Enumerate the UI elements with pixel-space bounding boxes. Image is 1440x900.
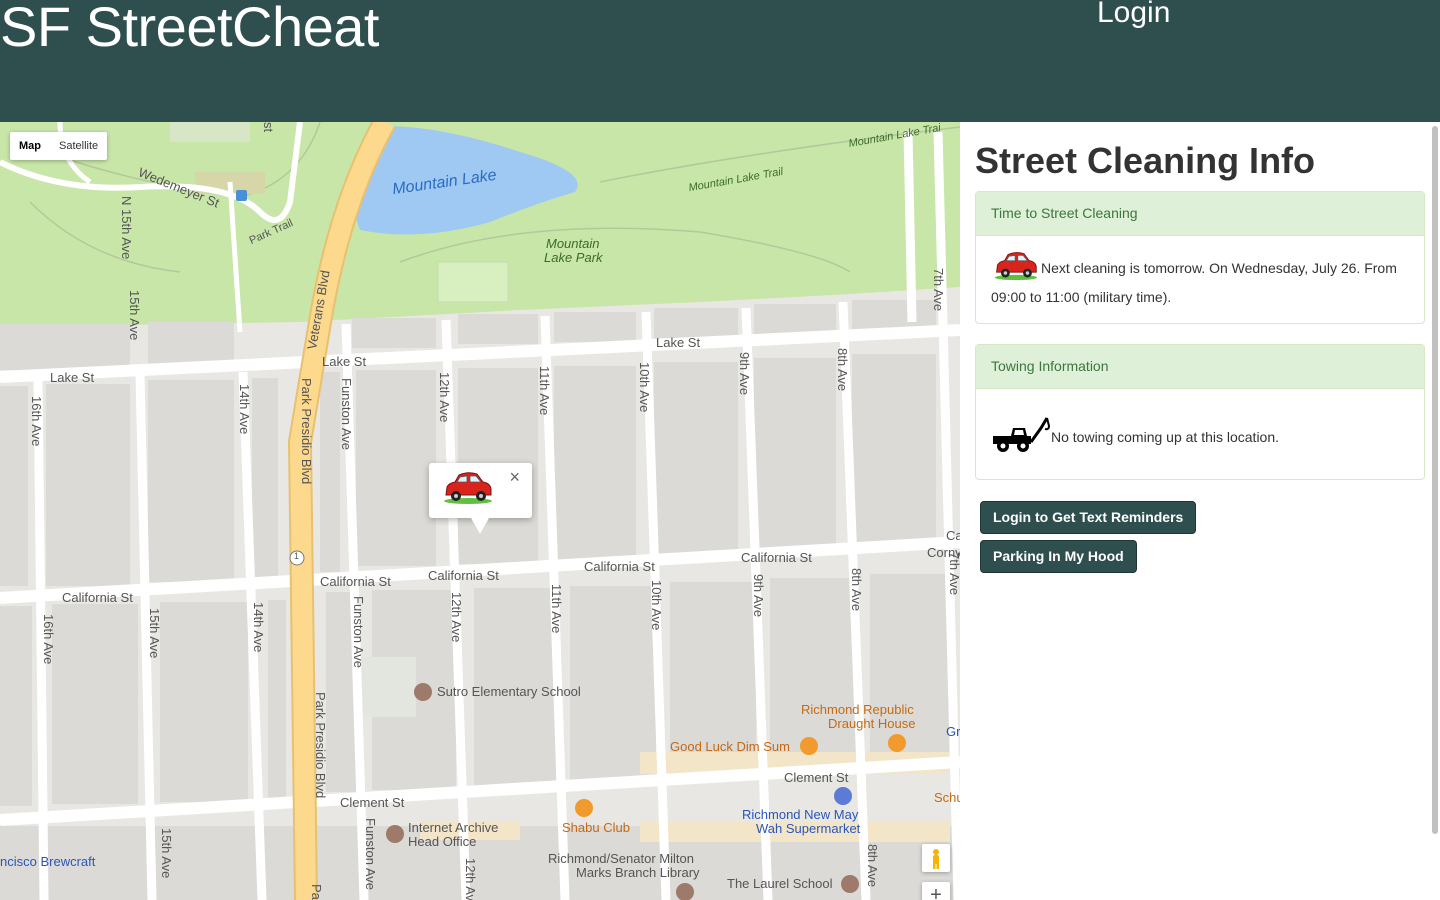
map-label: Lake St	[50, 370, 95, 385]
park-building	[170, 122, 250, 142]
map-label: 12th Av	[463, 858, 478, 900]
map-label: N 15th Ave	[119, 196, 134, 260]
street-cleaning-panel-body: Next cleaning is tomorrow. On Wednesday,…	[976, 236, 1424, 327]
page-title: Street Cleaning Info	[975, 140, 1316, 181]
map-label: Ca	[946, 528, 960, 543]
map-label: 10th Ave	[649, 580, 664, 631]
map-label: Good Luck Dim Sum	[670, 739, 790, 754]
map-label: 8th Ave	[835, 348, 850, 392]
map-label: 16th Ave	[29, 396, 44, 447]
restaurant-icon	[575, 799, 593, 817]
app-header: SF StreetCheat Login	[0, 0, 1440, 122]
map-label: Internet Archive	[408, 820, 499, 835]
towing-panel-body: No towing coming up at this location.	[976, 389, 1424, 469]
map-label: 14th Ave	[237, 384, 252, 435]
text-reminders-button[interactable]: Login to Get Text Reminders	[980, 501, 1197, 534]
street-cleaning-text: Next cleaning is tomorrow. On Wednesday,…	[991, 260, 1397, 305]
map-label: Schu	[934, 790, 960, 805]
school-icon	[414, 683, 432, 701]
map-label: Richmond Republic	[801, 702, 914, 717]
map-view[interactable]: Map Satellite Mountain Lake Mountain Lak…	[0, 122, 960, 900]
map-label: Draught House	[828, 716, 916, 731]
map-label: Richmond/Senator Milton	[548, 851, 694, 866]
map-type-map-button[interactable]: Map	[10, 132, 50, 160]
map-label: Lake Park	[544, 250, 603, 265]
map-label: Clement St	[784, 770, 849, 785]
scrollbar[interactable]	[1430, 122, 1440, 840]
map-label: California St	[428, 568, 499, 583]
map-label: st	[261, 122, 276, 133]
close-icon[interactable]: ×	[509, 467, 520, 488]
towing-text: No towing coming up at this location.	[1051, 429, 1280, 445]
map-label: Gr	[946, 724, 960, 739]
map-label: 15th Ave	[127, 290, 142, 341]
login-link[interactable]: Login	[1097, 0, 1170, 30]
map-label: 12th Ave	[437, 372, 452, 423]
restaurant-icon	[800, 737, 818, 755]
map-label: Shabu Club	[562, 820, 630, 835]
map-label: Funston Ave	[339, 378, 354, 451]
street-cleaning-panel-heading: Time to Street Cleaning	[976, 192, 1424, 236]
map-label: Lake St	[322, 354, 367, 369]
map-label: Park Presidio Blvd	[313, 692, 328, 799]
map-label: 15th Ave	[159, 828, 174, 879]
map-label: 10th Ave	[637, 362, 652, 413]
map-type-satellite-button[interactable]: Satellite	[50, 132, 107, 160]
map-label: ncisco Brewcraft	[0, 854, 96, 869]
street-cleaning-panel: Time to Street Cleaning Next cleaning is…	[975, 191, 1425, 324]
map-label: 16th Ave	[41, 614, 56, 665]
map-label: California St	[741, 550, 812, 565]
map-label: California St	[62, 590, 133, 605]
map-label: Marks Branch Library	[576, 865, 700, 880]
map-label: Pa	[309, 884, 324, 900]
map-label: Sutro Elementary School	[437, 684, 581, 699]
pegman-icon[interactable]	[922, 844, 950, 872]
shopping-cart-icon	[834, 787, 852, 805]
school-icon	[841, 875, 859, 893]
map-label: 15th Ave	[147, 608, 162, 659]
map-label: The Laurel School	[727, 876, 833, 891]
map-label: 14th Ave	[251, 602, 266, 653]
brand-title[interactable]: SF StreetCheat	[0, 0, 379, 59]
map-label: 11th Ave	[537, 366, 552, 416]
map-type-control: Map Satellite	[10, 132, 108, 160]
map-info-window: ×	[429, 463, 532, 534]
map-label: 7th Ave	[931, 268, 946, 312]
parking-in-my-hood-button[interactable]: Parking In My Hood	[980, 540, 1137, 573]
car-icon	[444, 472, 492, 504]
map-label: 9th Ave	[751, 574, 766, 618]
restaurant-icon	[888, 734, 906, 752]
zoom-in-icon[interactable]: +	[922, 882, 950, 900]
tow-truck-icon	[993, 417, 1051, 452]
scrollbar-thumb[interactable]	[1432, 126, 1438, 834]
map-label: Park Presidio Blvd	[299, 378, 314, 485]
map-label: California St	[320, 574, 391, 589]
map-label: Cornv	[927, 545, 960, 560]
map-label: Richmond New May	[742, 807, 859, 822]
hwy-1-label: 1	[294, 551, 300, 561]
map-label: Head Office	[408, 834, 477, 849]
bus-stop-icon	[236, 190, 247, 201]
map-label: Lake St	[656, 335, 701, 350]
towing-panel-heading: Towing Information	[976, 345, 1424, 389]
park-field	[437, 261, 509, 303]
map-label: Wah Supermarket	[756, 821, 861, 836]
map-label: Mountain	[546, 236, 600, 251]
map-label: 12th Ave	[449, 592, 464, 643]
car-icon	[994, 252, 1038, 281]
map-label: 8th Ave	[849, 568, 864, 612]
map-label: Funston Ave	[351, 596, 366, 669]
map-label: 9th Ave	[737, 352, 752, 396]
map-label: 11th Ave	[549, 584, 564, 634]
sidebar: Street Cleaning Info Time to Street Clea…	[960, 122, 1440, 900]
map-label: 8th Ave	[865, 844, 880, 888]
map-label: Funston Ave	[363, 818, 378, 891]
towing-panel: Towing Information No towing coming up a…	[975, 344, 1425, 480]
landmark-icon	[386, 825, 404, 843]
map-label: Clement St	[340, 795, 405, 810]
map-label: California St	[584, 559, 655, 574]
